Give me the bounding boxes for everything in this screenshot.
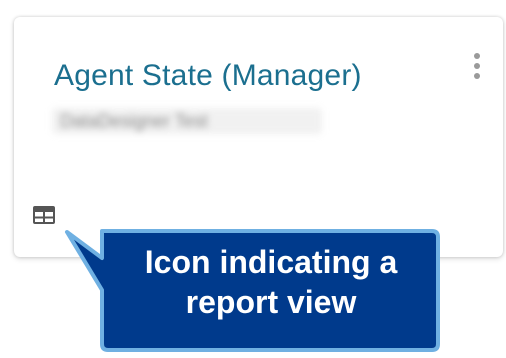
kebab-dot xyxy=(474,53,480,59)
kebab-dot xyxy=(474,63,480,69)
kebab-menu-icon[interactable] xyxy=(472,53,482,81)
card-title[interactable]: Agent State (Manager) xyxy=(54,59,362,93)
dashboard-card[interactable]: Agent State (Manager) DataDesigner Test xyxy=(14,17,503,257)
table-report-icon xyxy=(33,206,55,224)
callout-text: Icon indicating a report view xyxy=(144,244,398,320)
kebab-dot xyxy=(474,73,480,79)
screenshot-stage: Agent State (Manager) DataDesigner Test … xyxy=(0,0,506,358)
card-subtitle: DataDesigner Test xyxy=(52,108,322,134)
